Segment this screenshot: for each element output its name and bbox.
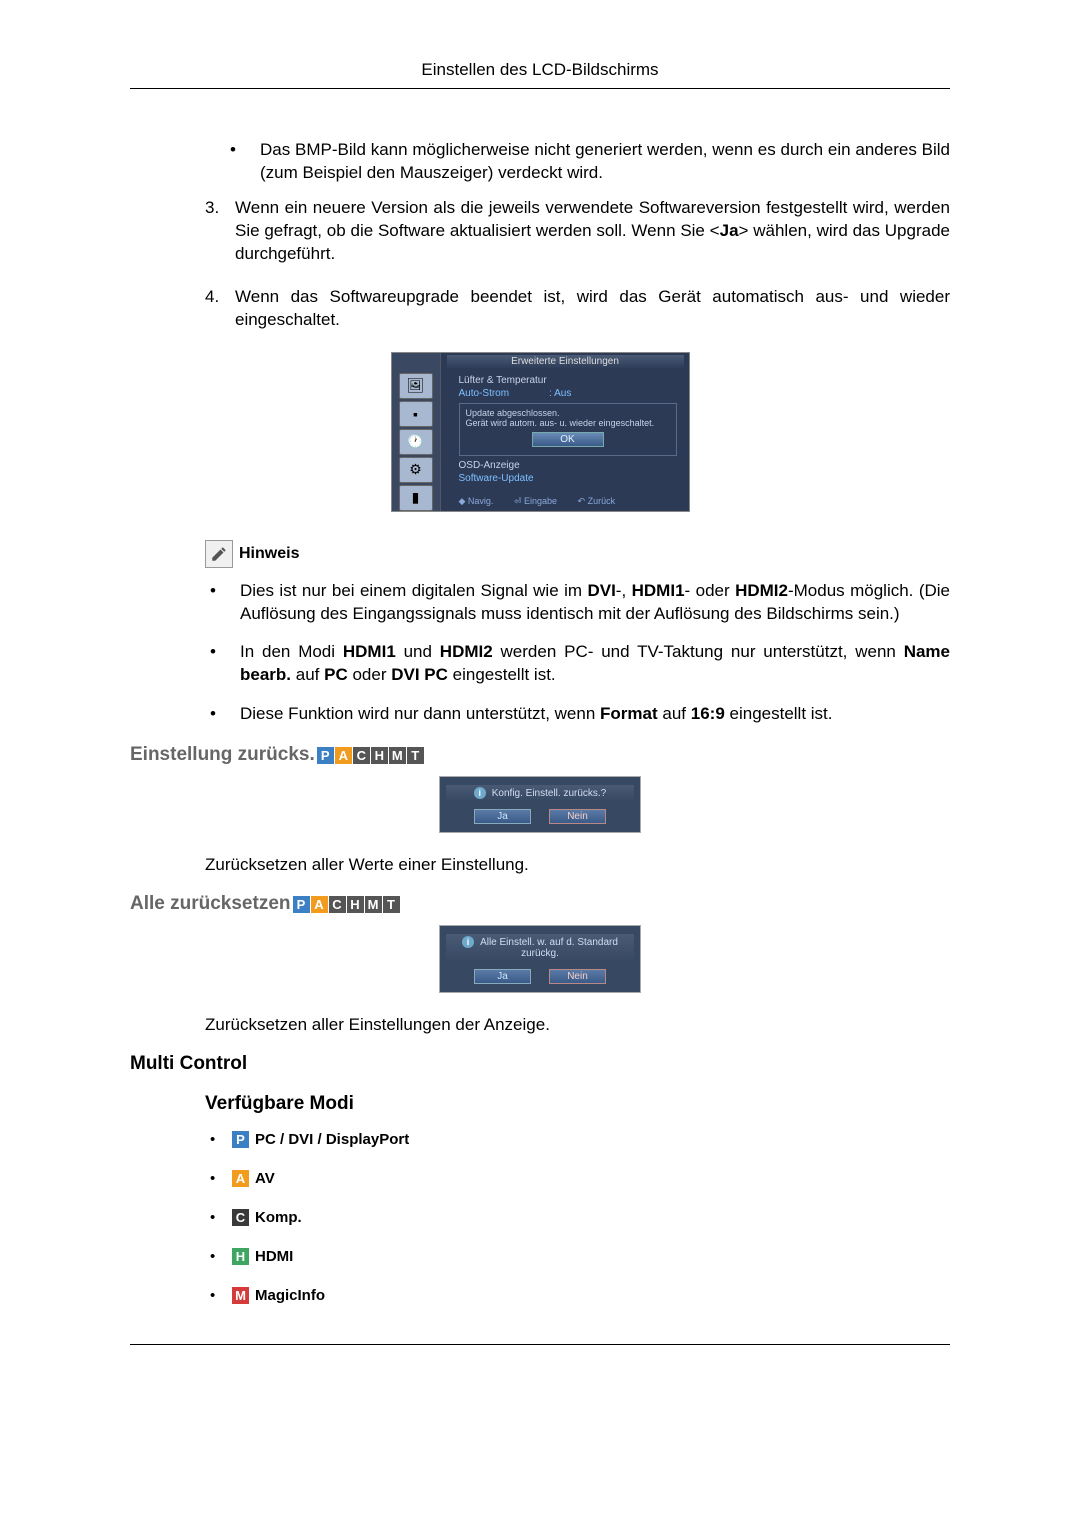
note-text: In den Modi HDMI1 und HDMI2 werden PC- u…	[240, 641, 950, 687]
mode-badge-a-icon: A	[232, 1170, 249, 1187]
osd-icon-input: ▪	[399, 401, 433, 427]
osd-icon-multi: ▮	[399, 485, 433, 511]
mode-badge-a: A	[311, 896, 328, 913]
bullet-marker: •	[210, 1248, 232, 1265]
mode-badge-m: M	[389, 747, 406, 764]
mode-label: MagicInfo	[255, 1287, 325, 1304]
note-bullet-item: •Dies ist nur bei einem digitalen Signal…	[210, 580, 950, 626]
note-text: Diese Funktion wird nur dann unterstützt…	[240, 703, 833, 726]
mode-badge-c: C	[329, 896, 346, 913]
reset-all-dialog: iAlle Einstell. w. auf d. Standard zurüc…	[439, 925, 641, 993]
footer-rule	[130, 1344, 950, 1345]
number-marker: 3.	[205, 197, 235, 266]
mode-item-c: •C Komp.	[210, 1209, 950, 1226]
osd-row-swupdate: Software-Update	[459, 473, 677, 484]
osd-sidebar: 🖼 ▪ 🕐 ⚙ ▮	[392, 353, 441, 511]
mode-badge-c-icon: C	[232, 1209, 249, 1226]
note-icon	[205, 540, 233, 568]
mode-item-a: •A AV	[210, 1170, 950, 1187]
dialog-yes-button: Ja	[474, 809, 531, 824]
number-marker: 4.	[205, 286, 235, 332]
mode-badge-m: M	[365, 896, 382, 913]
page-header: Einstellen des LCD-Bildschirms	[130, 60, 950, 89]
info-icon: i	[474, 787, 486, 799]
mode-label: AV	[255, 1170, 275, 1187]
numbered-text: Wenn das Softwareupgrade beendet ist, wi…	[235, 286, 950, 332]
mode-badge-p-icon: P	[232, 1131, 249, 1148]
osd-ok-button: OK	[532, 432, 604, 447]
osd-row-autopower: Auto-Strom: Aus	[459, 388, 677, 399]
note-bullet-item: •Diese Funktion wird nur dann unterstütz…	[210, 703, 950, 726]
bullet-marker: •	[210, 703, 240, 726]
mode-badge-t: T	[383, 896, 400, 913]
mode-label: Komp.	[255, 1209, 302, 1226]
section-reset-settings: Einstellung zurücks. PACHMT	[130, 744, 950, 766]
numbered-item-4: 4. Wenn das Softwareupgrade beendet ist,…	[205, 286, 950, 332]
bullet-marker: •	[210, 1170, 232, 1187]
osd-menu-screenshot: Erweiterte Einstellungen 🖼 ▪ 🕐 ⚙ ▮ Lüfte…	[391, 352, 690, 512]
mode-badge-p: P	[317, 747, 334, 764]
mode-badge-a: A	[335, 747, 352, 764]
mode-label: PC / DVI / DisplayPort	[255, 1131, 409, 1148]
bullet-text: Das BMP-Bild kann möglicherweise nicht g…	[260, 139, 950, 185]
mode-item-p: •P PC / DVI / DisplayPort	[210, 1131, 950, 1148]
osd-row-fan: Lüfter & Temperatur	[459, 375, 677, 386]
osd-update-box: Update abgeschlossen. Gerät wird autom. …	[459, 403, 677, 456]
info-icon: i	[462, 936, 474, 948]
note-label: Hinweis	[239, 545, 299, 563]
sub-bullet-item: • Das BMP-Bild kann möglicherweise nicht…	[230, 139, 950, 185]
section-multi-control: Multi Control	[130, 1053, 950, 1075]
mode-item-h: •H HDMI	[210, 1248, 950, 1265]
section-reset-all: Alle zurücksetzen PACHMT	[130, 893, 950, 915]
mode-badge-h-icon: H	[232, 1248, 249, 1265]
osd-icon-time: 🕐	[399, 429, 433, 455]
dialog-no-button: Nein	[549, 969, 606, 984]
dialog-no-button: Nein	[549, 809, 606, 824]
mode-badge-m-icon: M	[232, 1287, 249, 1304]
reset-settings-desc: Zurücksetzen aller Werte einer Einstellu…	[205, 855, 950, 875]
bullet-marker: •	[210, 641, 240, 687]
osd-icon-settings: ⚙	[399, 457, 433, 483]
mode-badge-h: H	[347, 896, 364, 913]
osd-icon-picture: 🖼	[399, 373, 433, 399]
bullet-marker: •	[210, 1209, 232, 1226]
osd-main: Lüfter & Temperatur Auto-Strom: Aus Upda…	[441, 353, 689, 511]
reset-all-desc: Zurücksetzen aller Einstellungen der Anz…	[205, 1015, 950, 1035]
mode-item-m: •M MagicInfo	[210, 1287, 950, 1304]
osd-row-osd: OSD-Anzeige	[459, 460, 677, 471]
mode-badge-c: C	[353, 747, 370, 764]
numbered-item-3: 3. Wenn ein neuere Version als die jewei…	[205, 197, 950, 266]
bullet-marker: •	[210, 1131, 232, 1148]
osd-footer: ◆ Navig. ⏎ Eingabe ↶ Zurück	[459, 496, 677, 507]
note-text: Dies ist nur bei einem digitalen Signal …	[240, 580, 950, 626]
available-modes-heading: Verfügbare Modi	[205, 1093, 950, 1115]
bullet-marker: •	[210, 1287, 232, 1304]
reset-settings-dialog: iKonfig. Einstell. zurücks.? Ja Nein	[439, 776, 641, 833]
note-bullet-item: •In den Modi HDMI1 und HDMI2 werden PC- …	[210, 641, 950, 687]
bullet-marker: •	[210, 580, 240, 626]
bullet-marker: •	[230, 139, 260, 185]
numbered-text: Wenn ein neuere Version als die jeweils …	[235, 197, 950, 266]
mode-badge-p: P	[293, 896, 310, 913]
dialog-yes-button: Ja	[474, 969, 531, 984]
mode-label: HDMI	[255, 1248, 293, 1265]
mode-badge-h: H	[371, 747, 388, 764]
mode-badge-t: T	[407, 747, 424, 764]
